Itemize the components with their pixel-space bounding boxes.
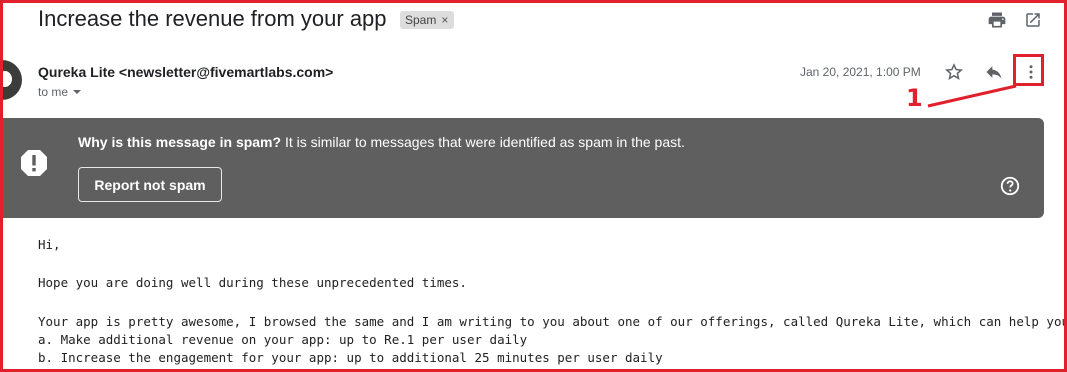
body-line: a. Make additional revenue on your app: … — [38, 332, 528, 347]
spam-explanation: Why is this message in spam? It is simil… — [78, 134, 685, 150]
body-line: b. Increase the engagement for your app:… — [38, 350, 663, 365]
spam-label-text: Spam — [405, 13, 437, 27]
spam-warning-banner: Why is this message in spam? It is simil… — [0, 118, 1044, 218]
reply-icon[interactable] — [983, 61, 1005, 83]
printer-icon[interactable] — [986, 9, 1008, 31]
annotation-highlight-box — [1013, 54, 1044, 86]
recipient-label: to me — [38, 85, 69, 99]
spam-label-chip[interactable]: Spam × — [400, 11, 455, 29]
sender-name: Qureka Lite <newsletter@fivemartlabs.com… — [38, 64, 334, 80]
warning-octagon-icon — [21, 150, 47, 176]
report-not-spam-button[interactable]: Report not spam — [78, 167, 222, 202]
spam-reason: It is similar to messages that were iden… — [281, 134, 685, 150]
open-in-new-window-icon[interactable] — [1022, 9, 1044, 31]
body-line: Hi, — [38, 237, 61, 252]
caret-down-icon — [73, 90, 82, 94]
email-subject: Increase the revenue from your app — [38, 6, 387, 31]
body-line: Hope you are doing well during these unp… — [38, 275, 467, 290]
help-icon[interactable] — [999, 175, 1021, 197]
star-icon[interactable] — [943, 61, 965, 83]
sender-avatar — [0, 60, 22, 100]
annotation-number: 1 — [906, 84, 923, 112]
recipient-details-toggle[interactable]: to me — [38, 85, 82, 99]
spam-question: Why is this message in spam? — [78, 134, 282, 150]
remove-label-button[interactable]: × — [441, 11, 448, 29]
body-line: Your app is pretty awesome, I browsed th… — [38, 314, 1067, 329]
message-date: Jan 20, 2021, 1:00 PM — [800, 65, 921, 79]
